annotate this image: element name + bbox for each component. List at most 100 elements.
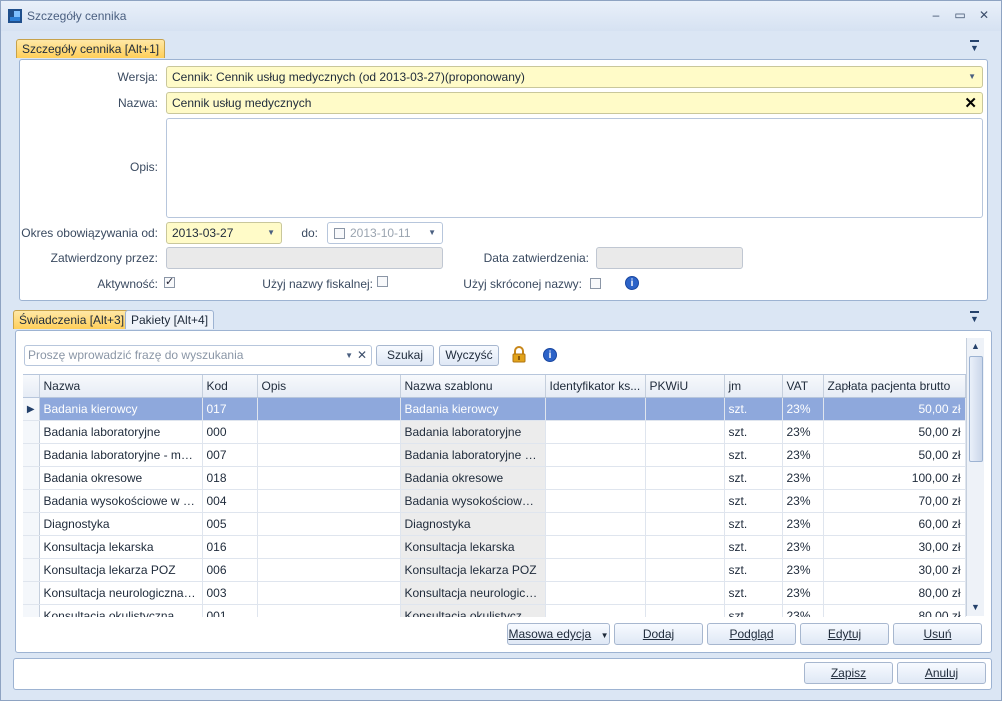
cell-opis[interactable] (257, 558, 401, 582)
clear-search-icon[interactable]: ✕ (357, 348, 367, 362)
cell-vat[interactable]: 23% (782, 466, 824, 490)
aktywnosc-checkbox[interactable] (164, 275, 175, 288)
cell-vat[interactable]: 23% (782, 558, 824, 582)
okres-do-checkbox[interactable] (334, 228, 345, 239)
cell-pkwiu[interactable] (645, 466, 725, 490)
table-row[interactable]: ▶ Badania kierowcy 017 Badania kierowcy szt.… (23, 397, 966, 421)
cell-nazwa-szablonu[interactable]: Konsultacja lekarza POZ (400, 558, 546, 582)
cell-zaplata[interactable]: 80,00 zł (823, 581, 966, 605)
cell-pkwiu[interactable] (645, 535, 725, 559)
cell-kod[interactable]: 004 (202, 489, 258, 513)
okres-do-field[interactable]: 2013-10-11 ▼ (327, 222, 443, 244)
cell-pkwiu[interactable] (645, 489, 725, 513)
cell-jm[interactable]: szt. (724, 604, 783, 617)
cell-identyfikator[interactable] (545, 512, 646, 536)
cell-identyfikator[interactable] (545, 581, 646, 605)
table-row[interactable]: Konsultacja lekarska 016 Konsultacja lekar… (23, 535, 966, 559)
col-header-pkwiu[interactable]: PKWiU (645, 375, 725, 398)
zapisz-button[interactable]: Zapisz (804, 662, 893, 684)
cell-pkwiu[interactable] (645, 558, 725, 582)
cell-kod[interactable]: 007 (202, 443, 258, 467)
table-row[interactable]: Konsultacja okulistyczna w zakresie001Ko… (23, 604, 966, 617)
scroll-down-icon[interactable]: ▼ (967, 599, 984, 615)
cell-vat[interactable]: 23% (782, 604, 824, 617)
chevron-down-icon[interactable]: ▼ (345, 351, 353, 360)
cell-nazwa-szablonu[interactable]: Konsultacja lekarska (400, 535, 546, 559)
cell-opis[interactable] (257, 489, 401, 513)
skrocona-checkbox[interactable] (590, 278, 601, 289)
cell-vat[interactable]: 23% (782, 489, 824, 513)
row-indicator[interactable] (23, 581, 40, 605)
cell-opis[interactable] (257, 466, 401, 490)
minimize-icon[interactable]: – (927, 7, 945, 23)
cell-zaplata[interactable]: 70,00 zł (823, 489, 966, 513)
col-header-kod[interactable]: Kod (202, 375, 258, 398)
cell-jm[interactable]: szt. (724, 443, 783, 467)
cell-kod[interactable]: 018 (202, 466, 258, 490)
cell-nazwa-szablonu[interactable]: Konsultacja okulistyczna w zakresie (400, 604, 546, 617)
cell-jm[interactable]: szt. (724, 512, 783, 536)
cell-identyfikator[interactable] (545, 397, 646, 421)
info-icon[interactable]: i (543, 348, 557, 362)
row-indicator[interactable] (23, 535, 40, 559)
okres-od-field[interactable]: 2013-03-27 ▼ (166, 222, 282, 244)
cell-jm[interactable]: szt. (724, 466, 783, 490)
cell-kod[interactable]: 016 (202, 535, 258, 559)
cell-opis[interactable] (257, 604, 401, 617)
table-scrollbar[interactable]: ▲ ▼ (966, 338, 984, 616)
cell-pkwiu[interactable] (645, 581, 725, 605)
cell-nazwa-szablonu[interactable]: Badania laboratoryjne (400, 420, 546, 444)
dodaj-button[interactable]: Dodaj (614, 623, 703, 645)
row-indicator[interactable] (23, 604, 40, 617)
cell-jm[interactable]: szt. (724, 420, 783, 444)
cell-pkwiu[interactable] (645, 443, 725, 467)
cell-nazwa[interactable]: Badania wysokościowe w zakresie (39, 489, 203, 513)
cell-zaplata[interactable]: 30,00 zł (823, 535, 966, 559)
cell-opis[interactable] (257, 512, 401, 536)
edytuj-button[interactable]: Edytuj (800, 623, 889, 645)
cell-pkwiu[interactable] (645, 420, 725, 444)
table-row[interactable]: Badania laboratoryjne - morfologia007Bad… (23, 443, 966, 467)
cell-opis[interactable] (257, 420, 401, 444)
row-indicator[interactable] (23, 443, 40, 467)
cell-nazwa[interactable]: Konsultacja lekarska (39, 535, 203, 559)
col-header-vat[interactable]: VAT (782, 375, 824, 398)
cell-vat[interactable]: 23% (782, 535, 824, 559)
search-button[interactable]: Szukaj (376, 345, 434, 366)
opis-textarea[interactable] (166, 118, 983, 218)
cell-nazwa[interactable]: Badania laboratoryjne (39, 420, 203, 444)
clear-button[interactable]: Wyczyść (439, 345, 499, 366)
cell-zaplata[interactable]: 100,00 zł (823, 466, 966, 490)
col-header-nazwa-szablonu[interactable]: Nazwa szablonu (400, 375, 546, 398)
anuluj-button[interactable]: Anuluj (897, 662, 986, 684)
cell-nazwa[interactable]: Badania kierowcy (39, 397, 203, 421)
cell-identyfikator[interactable] (545, 558, 646, 582)
clear-icon[interactable]: ✕ (964, 94, 977, 112)
cell-kod[interactable]: 000 (202, 420, 258, 444)
cell-zaplata[interactable]: 50,00 zł (823, 397, 966, 421)
fiskalna-checkbox[interactable] (377, 276, 388, 287)
cell-nazwa[interactable]: Konsultacja okulistyczna w zakresie (39, 604, 203, 617)
nazwa-field[interactable]: Cennik usług medycznych ✕ (166, 92, 983, 114)
cell-zaplata[interactable]: 50,00 zł (823, 443, 966, 467)
cell-identyfikator[interactable] (545, 466, 646, 490)
col-header-opis[interactable]: Opis (257, 375, 401, 398)
col-header-jm[interactable]: jm (724, 375, 783, 398)
row-indicator[interactable] (23, 512, 40, 536)
collapse-list-icon[interactable] (970, 311, 979, 324)
cell-pkwiu[interactable] (645, 397, 725, 421)
cell-zaplata[interactable]: 60,00 zł (823, 512, 966, 536)
cell-jm[interactable]: szt. (724, 489, 783, 513)
cell-jm[interactable]: szt. (724, 397, 783, 421)
search-input[interactable]: Proszę wprowadzić frazę do wyszukania ▼ … (24, 345, 372, 366)
table-row[interactable]: Konsultacja lekarza POZ 006 Konsultacja le… (23, 558, 966, 582)
cell-identyfikator[interactable] (545, 420, 646, 444)
table-row[interactable]: Konsultacja neurologiczna w zakresie003K… (23, 581, 966, 605)
tab-szczegoly-cennika[interactable]: Szczegóły cennika [Alt+1] (16, 39, 166, 58)
row-indicator-icon[interactable]: ▶ (23, 397, 40, 421)
lock-icon[interactable] (511, 346, 527, 363)
cell-vat[interactable]: 23% (782, 443, 824, 467)
table-row[interactable]: Badania laboratoryjne 000 Badania laborato… (23, 420, 966, 444)
table-row[interactable]: Badania wysokościowe w zakresie004Badani… (23, 489, 966, 513)
podglad-button[interactable]: Podgląd (707, 623, 796, 645)
